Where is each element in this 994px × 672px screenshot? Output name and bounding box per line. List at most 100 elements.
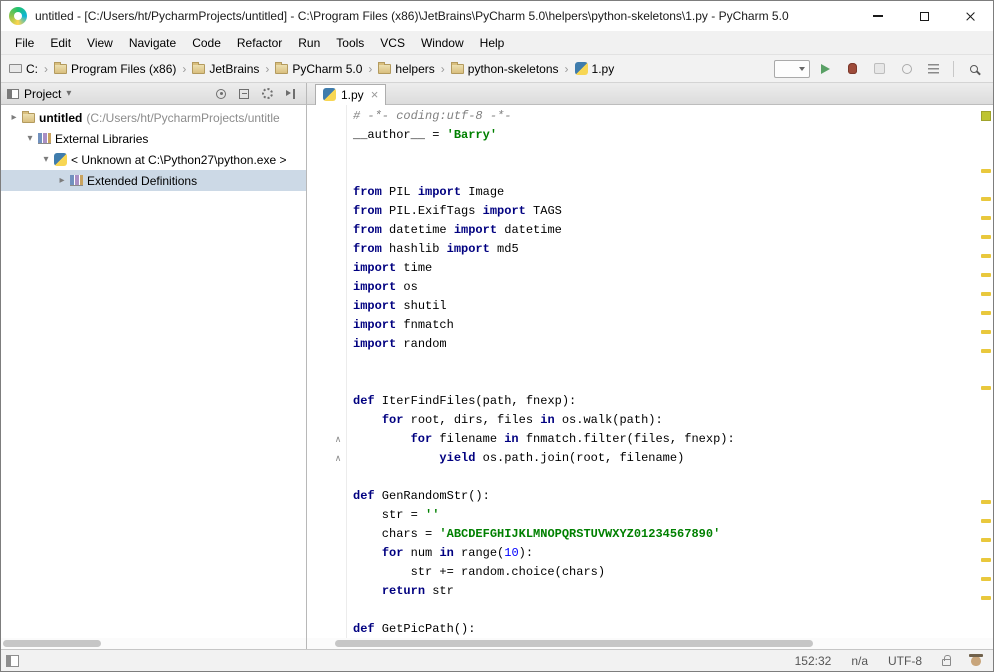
menu-run[interactable]: Run [290,33,328,53]
breadcrumb-item-jetbrains[interactable]: JetBrains [190,60,261,78]
chevron-down-icon[interactable]: ▾ [66,88,71,99]
tree-item-untitled[interactable]: ▸untitled(C:/Users/ht/PycharmProjects/un… [1,107,306,128]
lock-icon[interactable] [942,659,951,666]
code-line[interactable] [353,145,979,164]
scrollbar-thumb[interactable] [335,640,813,647]
caret-position[interactable]: 152:32 [795,654,832,668]
project-horizontal-scrollbar[interactable] [1,638,306,649]
encoding-indicator[interactable]: UTF-8 [888,654,922,668]
code-line[interactable]: for root, dirs, files in os.walk(path): [353,411,979,430]
scrollbar-thumb[interactable] [3,640,101,647]
code-line[interactable]: chars = 'ABCDEFGHIJKLMNOPQRSTUVWXYZ01234… [353,525,979,544]
code-line[interactable]: return str [353,582,979,601]
warning-stripe-mark[interactable] [981,330,991,334]
search-everywhere-button[interactable] [962,59,985,79]
warning-stripe-mark[interactable] [981,235,991,239]
breadcrumb-item-c[interactable]: C: [7,60,40,78]
editor-horizontal-scrollbar[interactable] [307,638,993,649]
menu-view[interactable]: View [79,33,121,53]
code-line[interactable]: from hashlib import md5 [353,240,979,259]
run-coverage-button[interactable] [868,59,891,79]
breadcrumb-item-program-files-x86[interactable]: Program Files (x86) [52,60,178,78]
menu-vcs[interactable]: VCS [372,33,413,53]
breadcrumb-item-1-py[interactable]: 1.py [573,60,617,78]
menu-code[interactable]: Code [184,33,229,53]
chevron-down-icon[interactable]: ▾ [39,154,53,165]
chevron-right-icon[interactable]: ▸ [7,112,21,123]
hide-panel-button[interactable] [282,86,298,102]
maximize-button[interactable] [901,1,947,31]
breadcrumb-item-python-skeletons[interactable]: python-skeletons [449,60,561,78]
warning-stripe-mark[interactable] [981,519,991,523]
warning-stripe-mark[interactable] [981,577,991,581]
menu-navigate[interactable]: Navigate [121,33,184,53]
tree-item-extended-definitions[interactable]: ▸Extended Definitions [1,170,306,191]
code-line[interactable] [353,164,979,183]
warning-stripe-mark[interactable] [981,558,991,562]
code-line[interactable]: import time [353,259,979,278]
code-line[interactable]: from PIL.ExifTags import TAGS [353,202,979,221]
code-line[interactable]: __author__ = 'Barry' [353,126,979,145]
tab-close-icon[interactable]: × [371,88,379,101]
code-line[interactable]: import fnmatch [353,316,979,335]
code-line[interactable]: for num in range(10): [353,544,979,563]
menu-refactor[interactable]: Refactor [229,33,290,53]
code-line[interactable] [353,373,979,392]
code-line[interactable]: str += random.choice(chars) [353,563,979,582]
chevron-right-icon[interactable]: ▸ [55,175,69,186]
menu-tools[interactable]: Tools [328,33,372,53]
code-line[interactable]: import random [353,335,979,354]
code-line[interactable]: yield os.path.join(root, filename) [353,449,979,468]
code-line[interactable]: def IterFindFiles(path, fnexp): [353,392,979,411]
code-line[interactable]: # -*- coding:utf-8 -*- [353,107,979,126]
warning-stripe-mark[interactable] [981,254,991,258]
code-line[interactable]: import os [353,278,979,297]
warning-stripe-mark[interactable] [981,216,991,220]
hector-inspector-icon[interactable] [971,656,981,666]
collapse-all-button[interactable] [236,86,252,102]
code-line[interactable]: str = '' [353,506,979,525]
project-panel-title[interactable]: Project [24,87,61,101]
warning-stripe-mark[interactable] [981,500,991,504]
menu-help[interactable]: Help [472,33,513,53]
run-button[interactable] [814,59,837,79]
code-line[interactable] [353,468,979,487]
code-line[interactable] [353,601,979,620]
debug-button[interactable] [841,59,864,79]
warning-stripe-mark[interactable] [981,596,991,600]
warning-stripe-mark[interactable] [981,273,991,277]
warning-stripe-mark[interactable] [981,386,991,390]
warning-stripe-mark[interactable] [981,197,991,201]
fold-marker-icon[interactable]: ∧ [333,453,343,463]
code-line[interactable]: from PIL import Image [353,183,979,202]
code-line[interactable]: from datetime import datetime [353,221,979,240]
settings-button[interactable] [259,86,275,102]
error-stripe[interactable] [979,105,993,638]
minimize-button[interactable] [855,1,901,31]
code-line[interactable] [353,354,979,373]
menu-edit[interactable]: Edit [42,33,79,53]
stop-button[interactable] [895,59,918,79]
tree-item-unknown-at-c-python27-python-exe[interactable]: ▾< Unknown at C:\Python27\python.exe > [1,149,306,170]
code-line[interactable]: def GenRandomStr(): [353,487,979,506]
close-button[interactable] [947,1,993,31]
editor-gutter[interactable]: ∧∧ [307,105,347,638]
warning-stripe-mark[interactable] [981,169,991,173]
line-separator-indicator[interactable]: n/a [851,654,868,668]
tree-item-external-libraries[interactable]: ▾External Libraries [1,128,306,149]
code-area[interactable]: # -*- coding:utf-8 -*-__author__ = 'Barr… [347,105,979,638]
analysis-status-square[interactable] [981,111,991,121]
warning-stripe-mark[interactable] [981,292,991,296]
breadcrumb-item-helpers[interactable]: helpers [376,60,436,78]
breadcrumb-item-pycharm-5-0[interactable]: PyCharm 5.0 [273,60,364,78]
scroll-from-source-button[interactable] [213,86,229,102]
warning-stripe-mark[interactable] [981,311,991,315]
event-log-button[interactable] [922,59,945,79]
menu-file[interactable]: File [7,33,42,53]
warning-stripe-mark[interactable] [981,349,991,353]
fold-marker-icon[interactable]: ∧ [333,434,343,444]
code-line[interactable]: def GetPicPath(): [353,620,979,638]
menu-window[interactable]: Window [413,33,472,53]
code-line[interactable]: import shutil [353,297,979,316]
run-configurations-dropdown[interactable] [774,60,810,78]
